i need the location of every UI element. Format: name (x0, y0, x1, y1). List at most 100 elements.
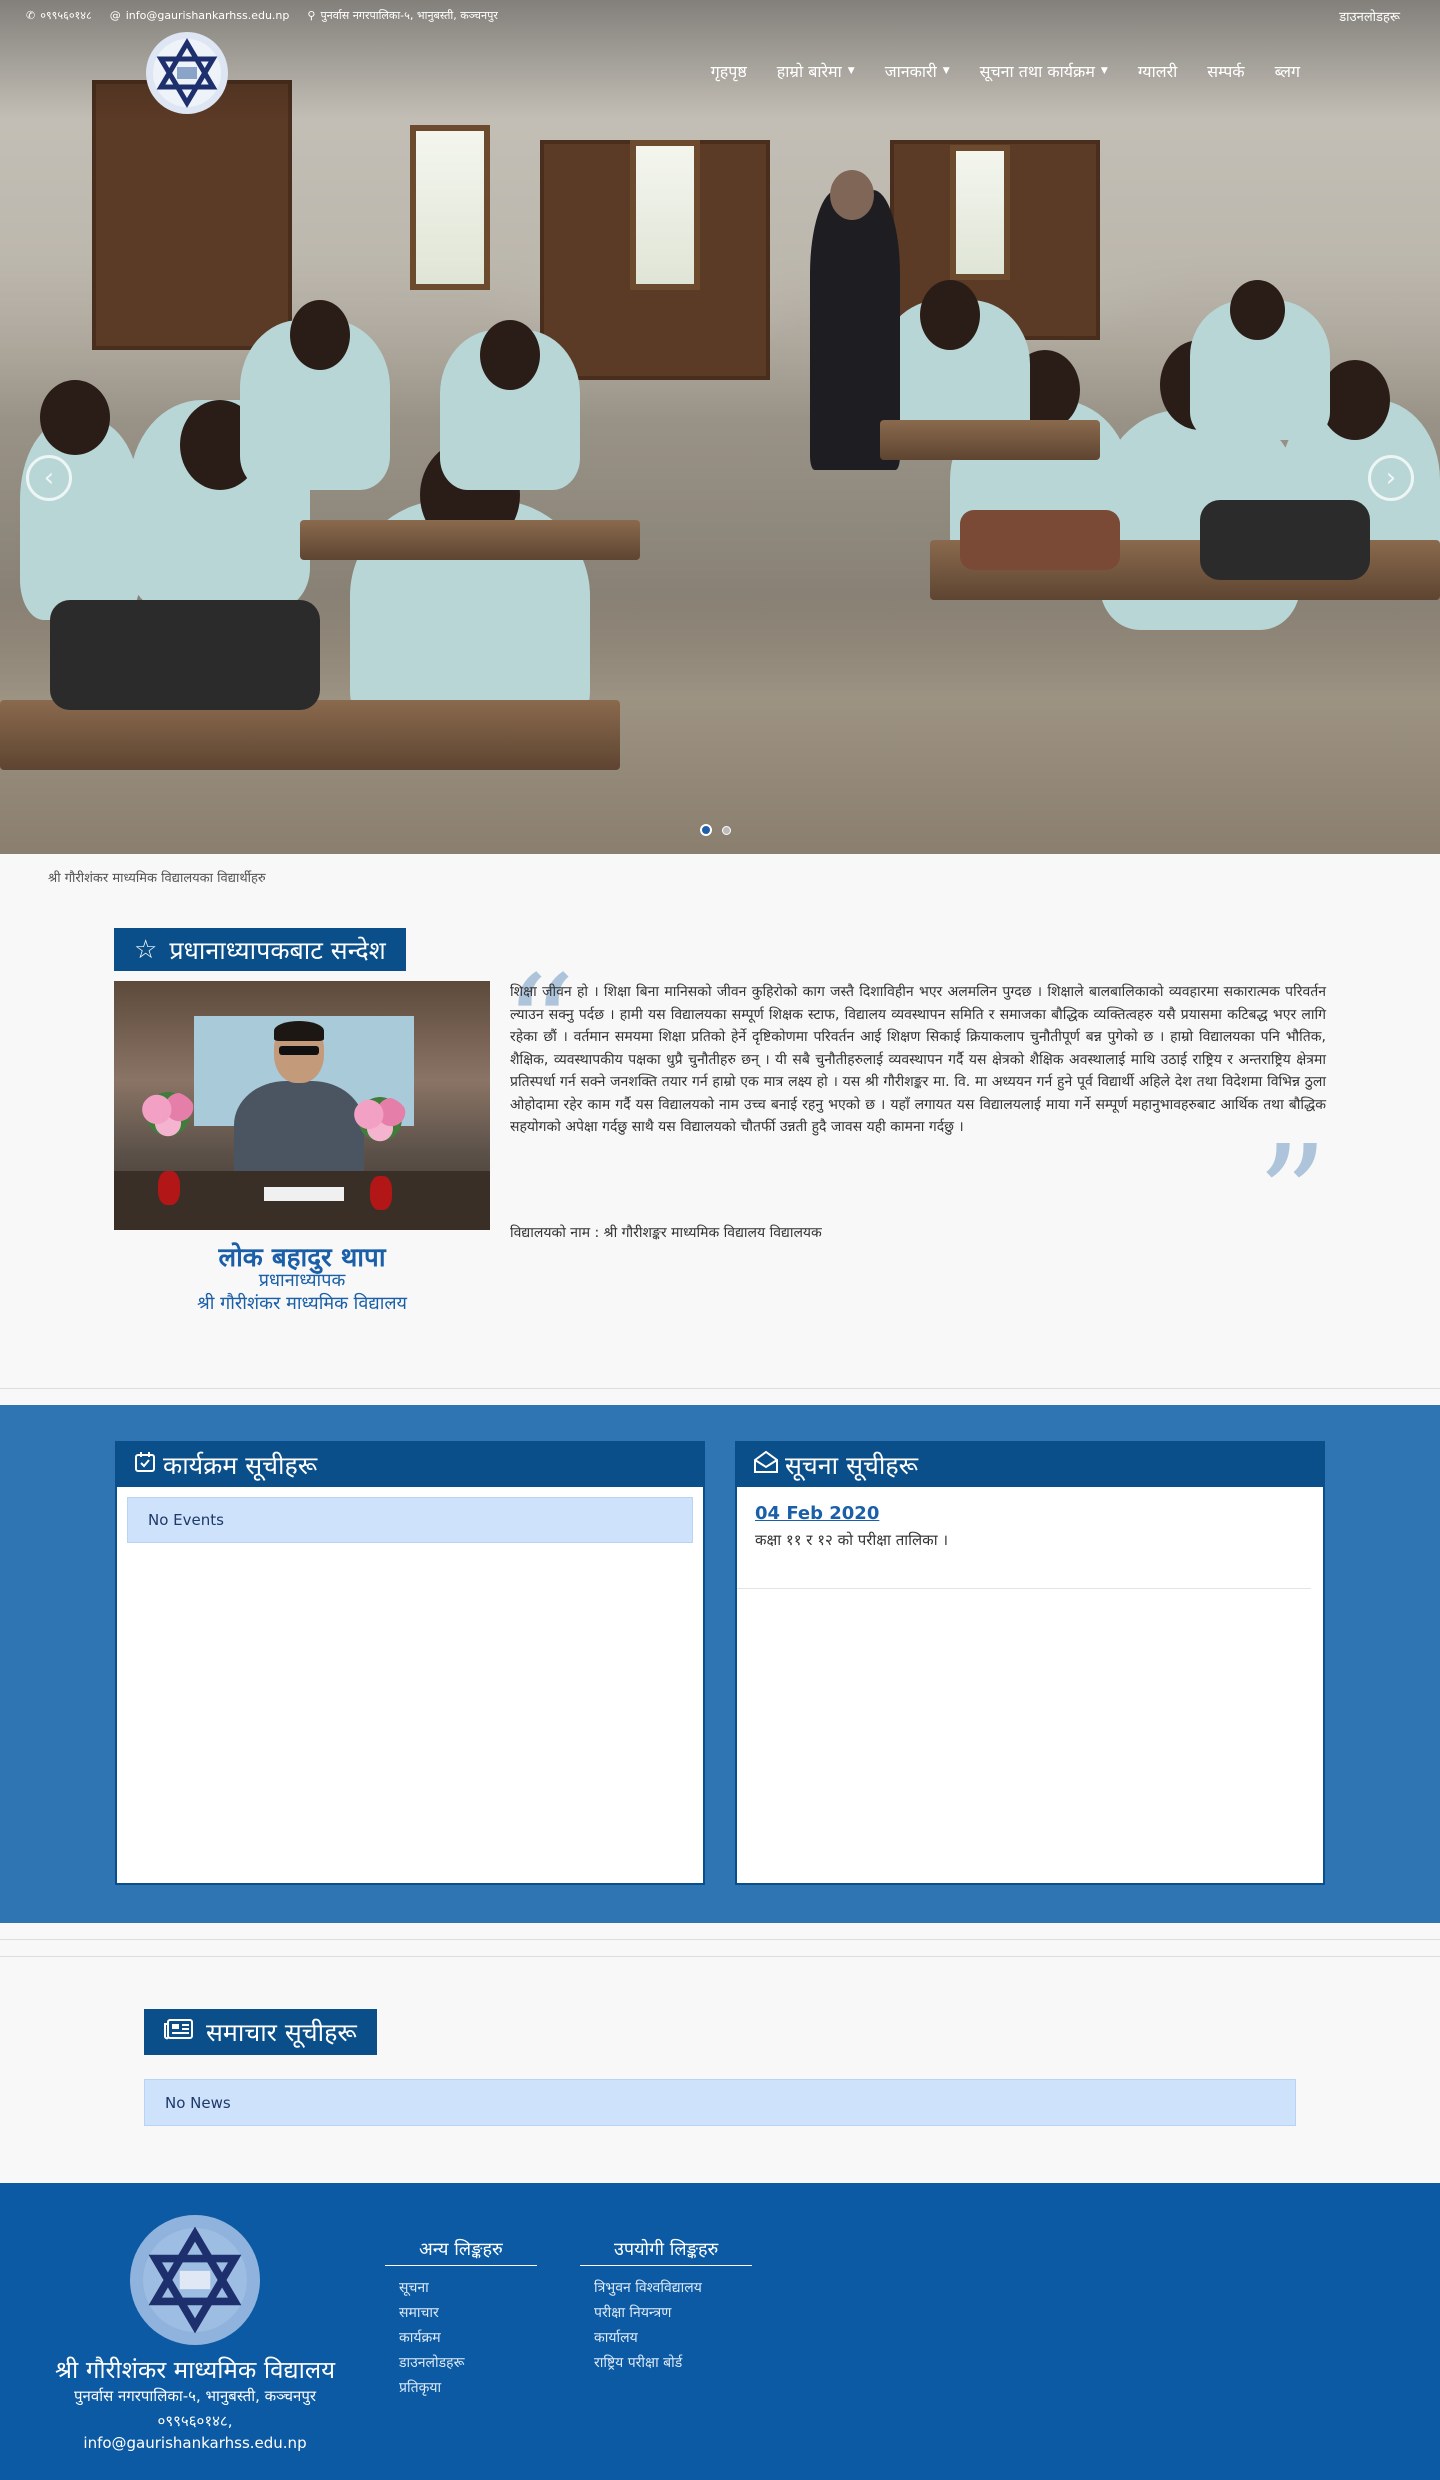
student-head (920, 280, 980, 350)
no-news-alert: No News (144, 2079, 1296, 2126)
nav-notices-events[interactable]: सूचना तथा कार्यक्रम ▼ (980, 60, 1108, 82)
downloads-link[interactable]: डाउनलोडहरू (1339, 7, 1400, 25)
top-info-bar: ✆ ०९९५६०१४८ @ info@gaurishankarhss.edu.n… (0, 0, 1440, 30)
nav-gallery-label: ग्यालरी (1137, 62, 1178, 81)
envelope-open-icon (753, 1450, 779, 1480)
student-head (1320, 360, 1390, 440)
classroom-window (950, 145, 1010, 280)
flower-bouquet (140, 1091, 196, 1137)
phone-text: ०९९५६०१४८ (40, 8, 92, 22)
email-info[interactable]: @ info@gaurishankarhss.edu.np (110, 9, 290, 22)
footer-link[interactable]: त्रिभुवन विश्वविद्यालय (594, 2276, 752, 2301)
footer-link[interactable]: समाचार (399, 2301, 537, 2326)
footer-link[interactable]: प्रतिकृया (399, 2376, 537, 2401)
notices-panel-header: सूचना सूचीहरू (737, 1443, 1323, 1487)
school-bag (1200, 500, 1370, 580)
phone-info[interactable]: ✆ ०९९५६०१४८ (26, 8, 92, 23)
school-logo[interactable] (146, 32, 228, 114)
news-section: समाचार सूचीहरू No News (0, 1957, 1440, 2183)
nav-contact-label: सम्पर्क (1207, 62, 1245, 81)
map-pin-icon: ⚲ (307, 8, 316, 22)
principal-message-text: शिक्षा जीवन हो । शिक्षा बिना मानिसको जीव… (510, 984, 1327, 1135)
flower-bouquet (352, 1096, 408, 1142)
notice-item[interactable]: 04 Feb 2020 कक्षा ११ र १२ को परीक्षा ताल… (737, 1487, 1311, 1589)
student-head (480, 320, 540, 390)
chevron-left-icon: ‹ (43, 463, 55, 493)
address-text: पुनर्वास नगरपालिका-५, भानुबस्ती, कञ्चनपु… (320, 8, 498, 22)
footer-link[interactable]: डाउनलोडहरू (399, 2351, 537, 2376)
events-notices-section: कार्यक्रम सूचीहरू No Events सूचना सूचीहर… (0, 1405, 1440, 1923)
classroom-window (630, 140, 700, 290)
nav-about-label: हाम्रो बारेमा (776, 62, 842, 81)
principal-role: प्रधानाध्यापक (258, 1270, 346, 1291)
classroom-window (410, 125, 490, 290)
footer-other-links: अन्य लिङ्कहरु सूचना समाचार कार्यक्रम डाउ… (385, 2237, 537, 2401)
footer-useful-links: उपयोगी लिङ्कहरु त्रिभुवन विश्वविद्यालय प… (580, 2237, 753, 2376)
carousel-indicators (700, 824, 741, 836)
star-of-david-logo-icon (153, 38, 221, 108)
principal-school-line: विद्यालयको नाम : श्री गौरीशङ्कर माध्यमिक… (510, 1225, 822, 1241)
notice-title: कक्षा ११ र १२ को परीक्षा तालिका । (755, 1531, 949, 1549)
divider (0, 1939, 1440, 1940)
footer-email[interactable]: info@gaurishankarhss.edu.np (0, 2434, 390, 2452)
principal-message-section: ☆ प्रधानाध्यापकबाट सन्देश लोक बहादुर थाप… (0, 898, 1440, 1388)
events-panel-header: कार्यक्रम सूचीहरू (117, 1443, 703, 1487)
desk (300, 520, 640, 560)
notice-date-link[interactable]: 04 Feb 2020 (755, 1503, 1293, 1524)
other-links-heading: अन्य लिङ्कहरु (385, 2237, 537, 2266)
school-bag (50, 600, 320, 710)
footer-logo[interactable] (130, 2215, 260, 2345)
student-head (1230, 280, 1285, 340)
footer-link[interactable]: परीक्षा नियन्त्रण (594, 2301, 752, 2326)
principal-photo (114, 981, 490, 1230)
nav-gallery[interactable]: ग्यालरी (1138, 60, 1177, 82)
desk (0, 700, 620, 770)
newspaper-icon (164, 2017, 194, 2047)
footer-link[interactable]: राष्ट्रिय परीक्षा बोर्ड (594, 2351, 752, 2376)
student-head (290, 300, 350, 370)
events-heading: कार्यक्रम सूचीहरू (163, 1451, 318, 1480)
principal-glasses (279, 1046, 319, 1055)
principal-figure (234, 1021, 364, 1191)
chevron-down-icon: ▼ (942, 66, 950, 76)
school-bag (960, 510, 1120, 570)
hero-carousel: ✆ ०९९५६०१४८ @ info@gaurishankarhss.edu.n… (0, 0, 1440, 854)
footer-phone: ०९९५६०१४८, (157, 2412, 233, 2430)
main-nav: गृहपृष्ठ हाम्रो बारेमा ▼ जानकारी ▼ सूचना त… (681, 60, 1300, 82)
carousel-dot-active[interactable] (700, 824, 712, 836)
footer-link[interactable]: कार्यालय (594, 2326, 752, 2351)
chevron-down-icon: ▼ (847, 66, 855, 76)
nav-home-label: गृहपृष्ठ (710, 62, 747, 81)
chevron-right-icon: › (1385, 463, 1397, 493)
star-icon: ☆ (134, 934, 158, 965)
notices-heading: सूचना सूचीहरू (785, 1451, 919, 1480)
address-info: ⚲ पुनर्वास नगरपालिका-५, भानुबस्ती, कञ्चन… (307, 8, 498, 23)
star-of-david-logo-icon (143, 2226, 247, 2334)
nav-about[interactable]: हाम्रो बारेमा ▼ (777, 60, 855, 82)
footer-link[interactable]: कार्यक्रम (399, 2326, 537, 2351)
footer-link[interactable]: सूचना (399, 2276, 537, 2301)
nav-contact[interactable]: सम्पर्क (1207, 60, 1244, 82)
nav-info[interactable]: जानकारी ▼ (885, 60, 950, 82)
no-events-alert: No Events (127, 1497, 693, 1543)
nav-home[interactable]: गृहपृष्ठ (711, 60, 747, 82)
carousel-next-button[interactable]: › (1368, 455, 1414, 501)
student-head (40, 380, 110, 455)
flower-vase (370, 1176, 392, 1210)
divider (0, 1388, 1440, 1389)
site-footer: श्री गौरीशंकर माध्यमिक विद्यालय पुनर्वास… (0, 2183, 1440, 2480)
nav-notices-events-label: सूचना तथा कार्यक्रम (979, 62, 1095, 81)
carousel-prev-button[interactable]: ‹ (26, 455, 72, 501)
flower-vase (158, 1171, 180, 1205)
news-heading-text: समाचार सूचीहरू (206, 2018, 357, 2047)
news-heading: समाचार सूचीहरू (144, 2009, 377, 2055)
calendar-check-icon (133, 1450, 157, 1480)
nav-blog[interactable]: ब्लग (1275, 60, 1300, 82)
events-panel: कार्यक्रम सूचीहरू No Events (115, 1441, 705, 1885)
teacher-head (830, 170, 874, 220)
principal-heading-text: प्रधानाध्यापकबाट सन्देश (169, 935, 386, 965)
phone-icon: ✆ (26, 8, 36, 22)
principal-heading: ☆ प्रधानाध्यापकबाट सन्देश (114, 928, 406, 971)
carousel-dot[interactable] (722, 825, 731, 835)
principal-hair (274, 1021, 324, 1041)
